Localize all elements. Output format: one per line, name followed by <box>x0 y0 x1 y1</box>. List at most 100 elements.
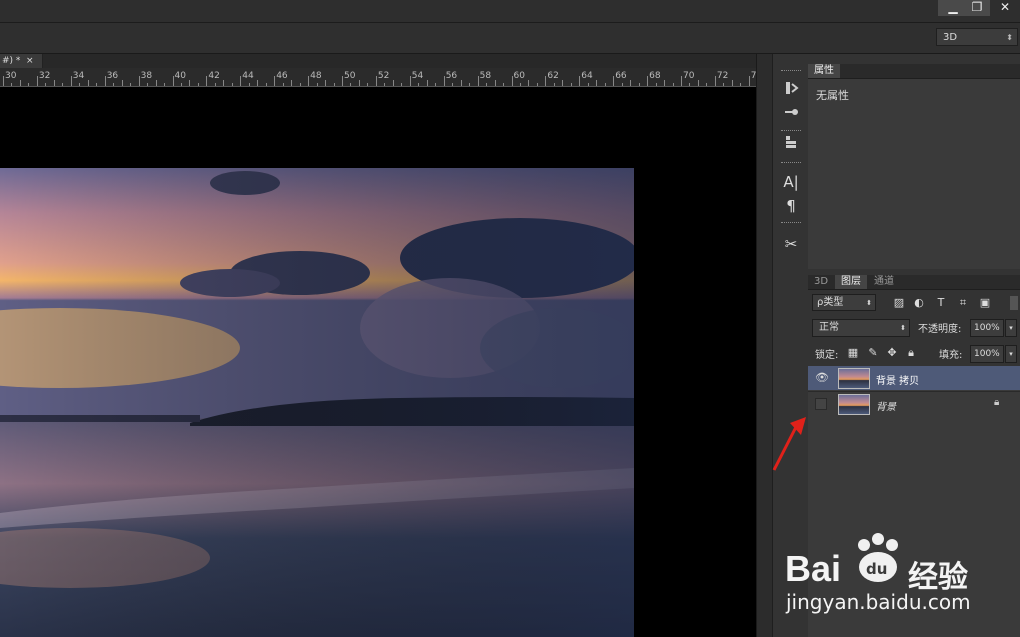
layer-name[interactable]: 背景 <box>876 398 896 413</box>
ruler-minor-tick <box>604 83 606 86</box>
ruler-label: 38 <box>140 71 153 81</box>
ruler-minor-tick <box>621 83 623 86</box>
filter-toggle[interactable] <box>1010 296 1018 310</box>
ruler-minor-tick <box>587 83 589 86</box>
layer-thumbnail <box>838 368 870 389</box>
ruler-minor-tick <box>740 83 742 86</box>
watermark-brand: Bai <box>785 548 842 589</box>
blend-mode-select[interactable]: 正常 ⬍ <box>812 319 910 337</box>
opacity-input[interactable]: 100% <box>970 319 1004 337</box>
ruler-major-tick <box>138 76 140 86</box>
horizontal-ruler[interactable]: 30 32 34 36 38 40 42 44 46 48 50 52 54 56 58 60 62 64 66 68… <box>0 68 756 87</box>
ruler-major-tick <box>70 76 72 86</box>
visibility-toggle[interactable] <box>815 398 827 410</box>
panel-divider <box>756 54 773 637</box>
ruler-major-tick <box>36 76 38 86</box>
ruler-minor-tick <box>664 80 666 86</box>
ruler-minor-tick <box>53 80 55 86</box>
pixel-filter-icon[interactable]: ▨ <box>892 296 906 310</box>
ruler-minor-tick <box>401 83 403 86</box>
options-bar: 3D ⬍ <box>0 23 1020 54</box>
ruler-minor-tick <box>494 80 496 86</box>
type-filter-icon[interactable]: T <box>934 296 948 310</box>
ruler-minor-tick <box>460 80 462 86</box>
ruler-label: 68 <box>649 71 661 81</box>
document-tab-label: #) * <box>2 56 21 66</box>
document-image[interactable] <box>0 168 634 637</box>
layer-filter-select[interactable]: ρ类型 ⬍ <box>812 294 876 311</box>
ruler-major-tick <box>375 76 377 86</box>
eye-icon[interactable]: 👁︎ <box>815 371 829 384</box>
ruler-minor-tick <box>130 83 132 86</box>
ruler-label: 54 <box>411 71 424 81</box>
watermark-du: du <box>866 560 888 578</box>
ruler-label: 40 <box>174 71 186 81</box>
ruler-label: 36 <box>106 71 119 81</box>
opacity-dropdown[interactable]: ▾ <box>1005 319 1017 337</box>
layer-row[interactable]: 背景 🔒︎ <box>808 391 1020 416</box>
lock-all-icon[interactable]: 🔒︎ <box>904 346 918 360</box>
tools-icon[interactable]: ✂ <box>781 234 801 254</box>
adjust-icon[interactable] <box>781 134 801 154</box>
ruler-major-tick <box>308 76 310 86</box>
lock-transparent-icon[interactable]: ▦ <box>846 346 860 360</box>
ruler-label: 72 <box>716 71 729 81</box>
watermark-url: jingyan.baidu.com <box>786 590 971 614</box>
ruler-minor-tick <box>121 80 123 86</box>
tab-properties[interactable]: 属性 <box>808 64 840 78</box>
ruler-minor-tick <box>248 83 250 86</box>
fill-input[interactable]: 100% <box>970 345 1004 363</box>
paragraph-icon[interactable]: ¶ <box>781 196 801 216</box>
ruler-minor-tick <box>79 83 81 86</box>
ruler-major-tick <box>206 76 208 86</box>
ruler-major-tick <box>748 76 750 86</box>
adjustment-filter-icon[interactable]: ◐ <box>912 296 926 310</box>
layers-tabbar: 3D 图层 通道 <box>808 275 1020 290</box>
tab-3d[interactable]: 3D <box>808 275 834 289</box>
ruler-minor-tick <box>325 80 327 86</box>
chevron-updown-icon: ⬍ <box>900 324 906 332</box>
lock-image-icon[interactable]: ✎ <box>866 346 880 360</box>
ruler-minor-tick <box>291 80 293 86</box>
restore-icon[interactable]: ❐ <box>962 0 992 16</box>
opacity-label: 不透明度: <box>918 324 962 335</box>
ruler-minor-tick <box>672 83 674 86</box>
ruler-minor-tick <box>503 83 505 86</box>
ruler-minor-tick <box>282 83 284 86</box>
smart-object-filter-icon[interactable]: ▣ <box>978 296 992 310</box>
ruler-minor-tick <box>486 83 488 86</box>
fill-dropdown[interactable]: ▾ <box>1005 345 1017 363</box>
ruler-major-tick <box>104 76 106 86</box>
history-icon[interactable] <box>781 80 801 100</box>
ruler-major-tick <box>681 76 682 86</box>
workspace-select-value: 3D <box>943 32 958 43</box>
close-icon[interactable]: ✕ <box>990 0 1020 16</box>
ruler-minor-tick <box>316 83 318 86</box>
ruler-major-tick <box>342 76 343 86</box>
ruler-major-tick <box>545 76 547 86</box>
ruler-major-tick <box>647 76 649 86</box>
ruler-label: 34 <box>72 71 85 81</box>
layer-row[interactable]: 👁︎ 背景 拷贝 <box>808 366 1020 390</box>
tab-close-icon[interactable]: × <box>26 54 34 68</box>
lock-position-icon[interactable]: ✥ <box>885 346 899 360</box>
shape-filter-icon[interactable]: ⌗ <box>956 296 970 310</box>
ruler-minor-tick <box>164 83 166 86</box>
ruler-major-tick <box>409 76 411 86</box>
ruler-minor-tick <box>723 83 725 86</box>
layer-name[interactable]: 背景 拷贝 <box>876 372 919 387</box>
ruler-label: 62 <box>547 71 559 81</box>
character-icon[interactable]: A| <box>781 172 801 192</box>
grip-handle[interactable] <box>781 70 801 74</box>
ruler-label: 42 <box>208 71 220 81</box>
ruler-minor-tick <box>223 80 225 86</box>
tab-channels[interactable]: 通道 <box>868 275 900 289</box>
brush-preset-icon[interactable] <box>781 104 801 124</box>
workspace-select[interactable]: 3D ⬍ <box>936 28 1018 46</box>
ruler-minor-tick <box>528 80 530 86</box>
grip-handle[interactable] <box>781 222 801 226</box>
grip-handle[interactable] <box>781 162 801 166</box>
document-tab[interactable]: #) * × <box>0 54 43 68</box>
ruler-minor-tick <box>384 83 386 86</box>
tab-layers[interactable]: 图层 <box>835 275 867 289</box>
